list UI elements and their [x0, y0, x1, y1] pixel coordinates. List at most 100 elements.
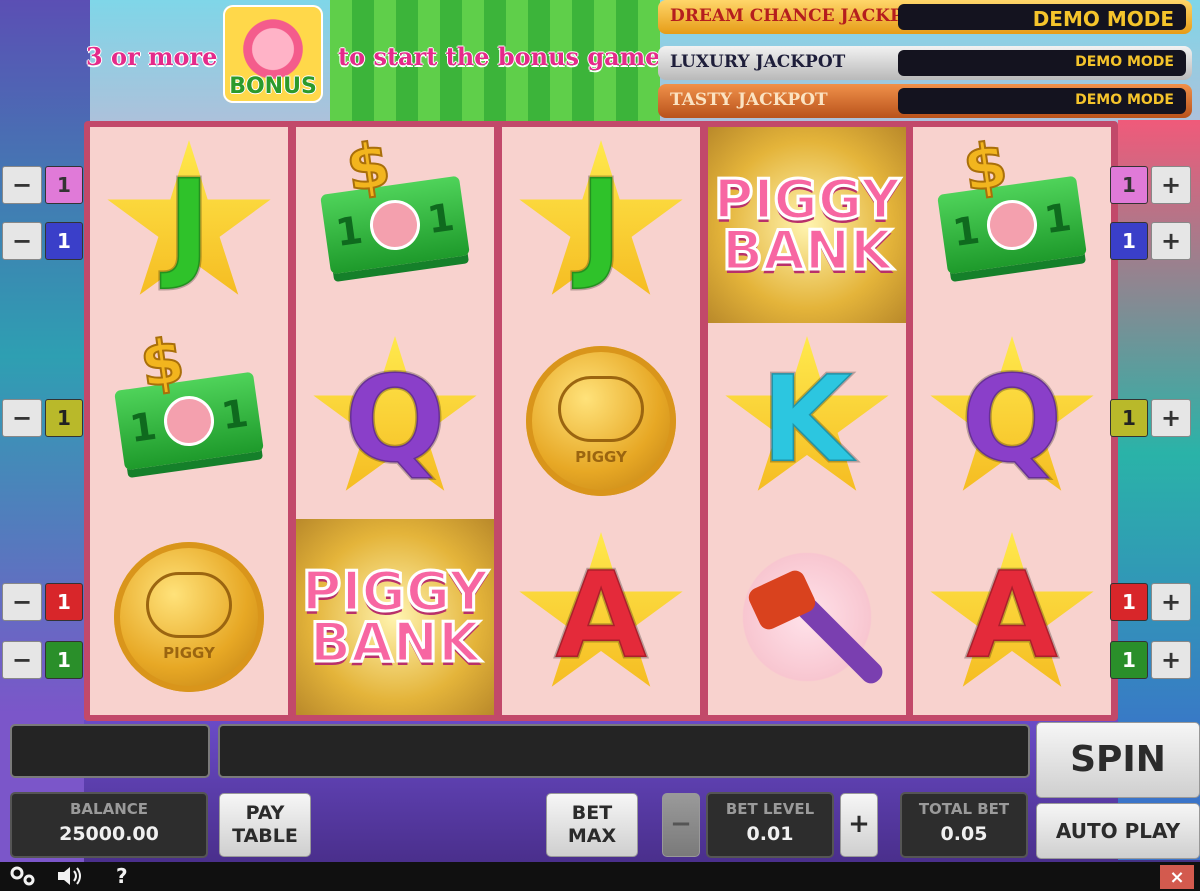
cash-bundle-icon: $1 1 — [114, 323, 264, 471]
line-number: 1 — [1110, 641, 1148, 679]
gear-icon[interactable] — [8, 865, 38, 891]
piggy-bank-logo: PIGGY BANK — [300, 559, 489, 674]
line-number: 1 — [45, 583, 83, 621]
symbol-a: A — [502, 519, 700, 715]
line-selector-left-3: − 1 — [2, 399, 83, 437]
message-panel — [218, 724, 1030, 778]
symbol-letter: A — [553, 547, 649, 686]
line-selector-left-5: − 1 — [2, 641, 83, 679]
symbol-cash: $1 1 — [296, 127, 494, 323]
dollar-icon: $ — [135, 323, 190, 403]
bonus-hint-left: 3 or more — [86, 42, 218, 71]
symbol-a: A — [913, 519, 1111, 715]
jackpot-dream-chance: DREAM CHANCE JACKPOT DEMO MODE — [658, 0, 1192, 34]
bill-digit: 1 — [333, 207, 366, 256]
line-number: 1 — [1110, 222, 1148, 260]
symbol-piggy-coin: PIGGY — [502, 323, 700, 519]
symbol-letter: Q — [342, 351, 447, 490]
jackpot-value: DEMO MODE — [1032, 7, 1174, 31]
line-selector-right-3: 1 + — [1110, 399, 1191, 437]
line-minus-button[interactable]: − — [2, 583, 42, 621]
spin-button[interactable]: SPIN — [1036, 722, 1200, 798]
symbol-letter: A — [964, 547, 1060, 686]
help-icon[interactable]: ? — [116, 865, 128, 887]
line-number: 1 — [45, 222, 83, 260]
symbol-piggy-bank-logo: PIGGY BANK — [708, 127, 906, 323]
line-minus-button[interactable]: − — [2, 399, 42, 437]
pig-face-icon — [146, 572, 232, 638]
bill-digit: 1 — [424, 194, 457, 243]
bet-level-display: BET LEVEL 0.01 — [706, 792, 834, 858]
line-plus-button[interactable]: + — [1151, 399, 1191, 437]
cash-bundle-icon: $1 1 — [320, 127, 470, 275]
line-selector-right-4: 1 + — [1110, 583, 1191, 621]
line-selector-right-5: 1 + — [1110, 641, 1191, 679]
jackpot-name: DREAM CHANCE JACKPOT — [670, 6, 931, 26]
total-bet-label: TOTAL BET — [918, 800, 1010, 818]
auto-play-button[interactable]: AUTO PLAY — [1036, 803, 1200, 859]
reel-2: $1 1 Q PIGGY BANK — [296, 127, 494, 715]
bet-level-plus-button[interactable]: + — [840, 793, 878, 857]
balance-label: BALANCE — [69, 800, 149, 818]
line-number: 1 — [1110, 399, 1148, 437]
reel-4: PIGGY BANK K — [708, 127, 906, 715]
symbol-j: J — [90, 127, 288, 323]
symbol-letter: Q — [959, 351, 1064, 490]
line-plus-button[interactable]: + — [1151, 222, 1191, 260]
symbol-letter: J — [577, 155, 625, 294]
line-plus-button[interactable]: + — [1151, 641, 1191, 679]
pig-face-icon — [366, 196, 424, 254]
pig-face-icon — [983, 196, 1041, 254]
status-bar — [0, 862, 1200, 891]
line-plus-button[interactable]: + — [1151, 583, 1191, 621]
coin-text: PIGGY — [163, 644, 215, 662]
jackpot-value: DEMO MODE — [1075, 54, 1174, 70]
reel-1: J $1 1 PIGGY — [90, 127, 288, 715]
line-number: 1 — [45, 641, 83, 679]
line-number: 1 — [45, 399, 83, 437]
symbol-letter: K — [759, 351, 855, 490]
cash-bundle-icon: $1 1 — [937, 127, 1087, 275]
piggy-bank-logo: PIGGY BANK — [712, 167, 901, 282]
close-icon[interactable]: × — [1160, 865, 1194, 889]
coin-text: PIGGY — [575, 448, 627, 466]
line-number: 1 — [1110, 166, 1148, 204]
line-minus-button[interactable]: − — [2, 166, 42, 204]
line-selector-right-2: 1 + — [1110, 222, 1191, 260]
pig-face-icon — [558, 376, 644, 442]
line-minus-button[interactable]: − — [2, 222, 42, 260]
line-minus-button[interactable]: − — [2, 641, 42, 679]
bet-max-button[interactable]: BET MAX — [546, 793, 638, 857]
bonus-pig-icon: BONUS — [223, 5, 323, 103]
line-plus-button[interactable]: + — [1151, 166, 1191, 204]
bonus-label: BONUS — [229, 74, 317, 99]
info-panel-left — [10, 724, 210, 778]
jackpot-name: TASTY JACKPOT — [670, 90, 828, 110]
bet-level-value: 0.01 — [746, 823, 794, 845]
bet-level-minus-button[interactable]: − — [662, 793, 700, 857]
line-selector-left-4: − 1 — [2, 583, 83, 621]
symbol-cash: $1 1 — [90, 323, 288, 519]
jackpot-luxury: LUXURY JACKPOT DEMO MODE — [658, 46, 1192, 80]
line-selector-right-1: 1 + — [1110, 166, 1191, 204]
piggy-coin-icon: PIGGY — [114, 542, 264, 692]
line-number: 1 — [45, 166, 83, 204]
bet-level-label: BET LEVEL — [725, 800, 815, 818]
bill-digit: 1 — [127, 403, 160, 452]
pig-face-icon — [160, 392, 218, 450]
piggy-coin-icon: PIGGY — [526, 346, 676, 496]
dollar-icon: $ — [341, 127, 396, 207]
symbol-q: Q — [913, 323, 1111, 519]
speaker-icon[interactable] — [56, 865, 86, 891]
line-selector-left-2: − 1 — [2, 222, 83, 260]
jackpot-tasty: TASTY JACKPOT DEMO MODE — [658, 84, 1192, 118]
symbol-piggy-bank-logo: PIGGY BANK — [296, 519, 494, 715]
pay-table-button[interactable]: PAY TABLE — [219, 793, 311, 857]
reel-5: $1 1 Q A — [913, 127, 1111, 715]
symbol-letter: J — [165, 155, 213, 294]
balance-display: BALANCE 25000.00 — [10, 792, 208, 858]
symbol-j: J — [502, 127, 700, 323]
symbol-k: K — [708, 323, 906, 519]
symbol-cash: $1 1 — [913, 127, 1111, 323]
dollar-icon: $ — [958, 127, 1013, 207]
